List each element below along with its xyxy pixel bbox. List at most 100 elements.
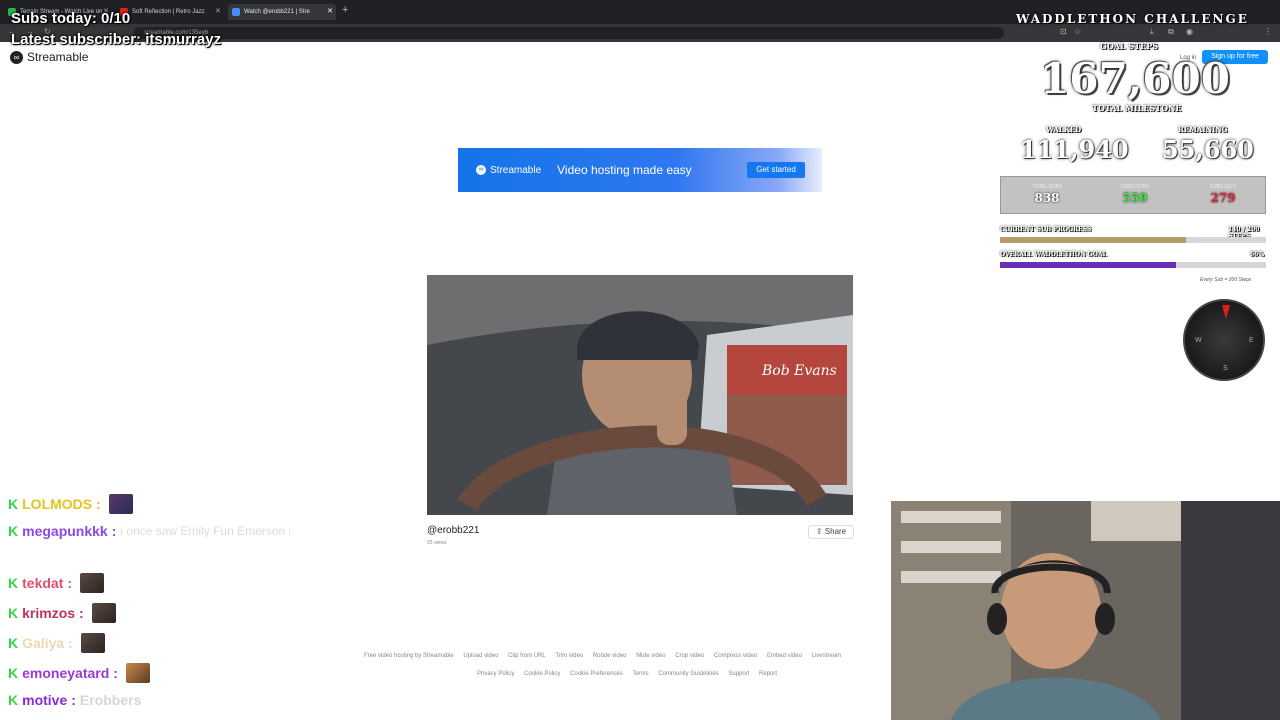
- kick-badge-icon: K: [8, 605, 19, 621]
- view-count: 25 views: [427, 540, 447, 546]
- footer-link[interactable]: Terms: [632, 671, 648, 677]
- compass-widget: W E S: [1183, 299, 1265, 381]
- chat-message: K megapunkkk: i once saw Emily Fun Emers…: [8, 523, 290, 539]
- subs-stats-box: TOTAL SUBS 838 SUBS DONE 559 SUBS LEFT 2…: [1000, 176, 1266, 214]
- current-progress-label: CURRENT SUB PROGRESS: [1000, 226, 1092, 233]
- webcam-feed: [891, 501, 1280, 720]
- compass-needle-icon: [1222, 305, 1230, 319]
- promo-banner[interactable]: ∞ Streamable Video hosting made easy Get…: [458, 148, 822, 192]
- total-milestone-label: TOTAL MILESTONE: [1092, 103, 1182, 113]
- chat-colon: :: [68, 635, 73, 651]
- footer-link[interactable]: Mute video: [636, 653, 665, 659]
- goal-steps-label: GOAL STEPS: [1100, 41, 1159, 51]
- footer-link[interactable]: Report: [759, 671, 777, 677]
- chat-emote: [80, 573, 105, 593]
- chat-emote: [108, 494, 133, 514]
- chat-username: tekdat: [22, 575, 64, 591]
- remaining-value: 55,660: [1162, 135, 1254, 164]
- kick-badge-icon: K: [8, 523, 19, 539]
- footer-link[interactable]: Cookie Preferences: [570, 671, 623, 677]
- compass-south: S: [1223, 365, 1228, 372]
- chat-colon: :: [96, 496, 101, 512]
- kick-badge-icon: K: [8, 635, 19, 651]
- chat-message: K krimzos:: [8, 603, 116, 623]
- kick-badge-icon: K: [8, 575, 19, 591]
- total-subs-label: TOTAL SUBS: [1031, 184, 1063, 190]
- subs-left-cell: SUBS LEFT 279: [1179, 177, 1267, 205]
- chat-emote: [125, 663, 150, 683]
- chat-emote: [80, 633, 105, 653]
- chat-message: K emoneyatard:: [8, 663, 150, 683]
- chat-username: LOLMODS: [22, 496, 93, 512]
- install-icon[interactable]: ⊡: [1060, 27, 1067, 36]
- footer-link[interactable]: Compress video: [714, 653, 757, 659]
- footer-link[interactable]: Free video hosting by Streamable: [364, 653, 454, 659]
- footer-link[interactable]: Embed video: [767, 653, 802, 659]
- video-player[interactable]: Bob Evans: [427, 275, 853, 515]
- banner-logo: ∞ Streamable: [476, 165, 541, 176]
- chat-colon: :: [79, 605, 84, 621]
- footer-link[interactable]: Crop video: [675, 653, 704, 659]
- walked-value: 111,940: [1020, 135, 1129, 164]
- bookmark-star-icon[interactable]: ☆: [1074, 27, 1081, 36]
- footer-links-row-2: Privacy Policy Cookie Policy Cookie Pref…: [477, 671, 785, 677]
- footer-links-row-1: Free video hosting by Streamable Upload …: [364, 653, 894, 659]
- video-frame-image: Bob Evans: [427, 275, 853, 515]
- chat-colon: :: [67, 575, 73, 591]
- challenge-title: WADDLETHON CHALLENGE: [1016, 12, 1249, 26]
- goal-steps-value: 167,600: [1040, 54, 1230, 103]
- footer-link[interactable]: Support: [728, 671, 749, 677]
- chat-message: K tekdat:: [8, 573, 105, 593]
- close-tab-icon[interactable]: ✕: [327, 4, 333, 20]
- url-input[interactable]: streamable.com/135eyb: [134, 27, 1004, 39]
- chat-text: i once saw Emily Fun Emerson mommy cafe: [120, 524, 290, 538]
- tab-favicon-icon: [232, 8, 240, 16]
- footer-link[interactable]: Trim video: [555, 653, 583, 659]
- subs-done-label: SUBS DONE: [1120, 184, 1150, 190]
- chat-message: K LOLMODS:: [8, 494, 133, 514]
- chat-emote: [91, 603, 116, 623]
- new-tab-button[interactable]: +: [342, 4, 348, 16]
- banner-logo-text: Streamable: [490, 164, 542, 176]
- close-tab-icon[interactable]: ✕: [215, 4, 221, 20]
- remaining-label: REMAINING: [1178, 125, 1228, 134]
- steps-per-sub-note: Every Sub = 200 Steps: [1200, 277, 1252, 283]
- overall-goal-value: 66%: [1250, 251, 1265, 258]
- latest-subscriber: Latest subscriber: itsmurrayz: [11, 31, 222, 48]
- footer-link[interactable]: Cookie Policy: [524, 671, 560, 677]
- subs-done-cell: SUBS DONE 559: [1091, 177, 1179, 205]
- uploader-name[interactable]: @erobb221: [427, 525, 479, 536]
- overall-goal-label: OVERALL WADDLETHON GOAL: [1000, 251, 1107, 258]
- chat-username: megapunkkk: [22, 523, 108, 539]
- download-icon[interactable]: ⤓: [1150, 27, 1154, 37]
- footer-link[interactable]: Privacy Policy: [477, 671, 514, 677]
- footer-link[interactable]: Livestream: [812, 653, 841, 659]
- streamable-logo-icon: ∞: [476, 165, 486, 175]
- share-button[interactable]: ⇪ Share: [808, 525, 854, 539]
- overall-goal-fill: [1000, 262, 1176, 268]
- menu-icon[interactable]: ⋮: [1264, 27, 1272, 36]
- get-started-button[interactable]: Get started: [747, 162, 805, 178]
- footer-link[interactable]: Community Guidelines: [658, 671, 718, 677]
- profile-icon[interactable]: ◉: [1186, 27, 1193, 36]
- chat-username: motive: [22, 692, 68, 708]
- svg-text:Bob Evans: Bob Evans: [761, 363, 837, 379]
- subs-left-label: SUBS LEFT: [1209, 184, 1237, 190]
- tab-soft-reflection[interactable]: Soft Reflection | Retro Jazz ✕: [116, 4, 224, 20]
- compass-west: W: [1195, 337, 1202, 344]
- total-subs-value: 838: [1034, 191, 1060, 205]
- chat-colon: :: [111, 523, 117, 539]
- chat-message: K motive: Erobbers: [8, 692, 141, 708]
- streamable-logo[interactable]: ∞ Streamable: [10, 50, 88, 64]
- tab-label: Watch @erobb221 | Stre: [244, 9, 310, 15]
- compass-east: E: [1249, 337, 1254, 344]
- extensions-icon[interactable]: ⧉: [1168, 27, 1174, 37]
- current-progress-bar: [1000, 237, 1266, 243]
- footer-link[interactable]: Upload video: [463, 653, 498, 659]
- walked-label: WALKED: [1046, 125, 1082, 134]
- streamable-logo-text: Streamable: [27, 50, 89, 64]
- footer-link[interactable]: Clip from URL: [508, 653, 546, 659]
- tab-streamable-active[interactable]: Watch @erobb221 | Stre ✕: [228, 4, 336, 20]
- chat-text: Erobbers: [79, 692, 142, 708]
- footer-link[interactable]: Rotate video: [593, 653, 627, 659]
